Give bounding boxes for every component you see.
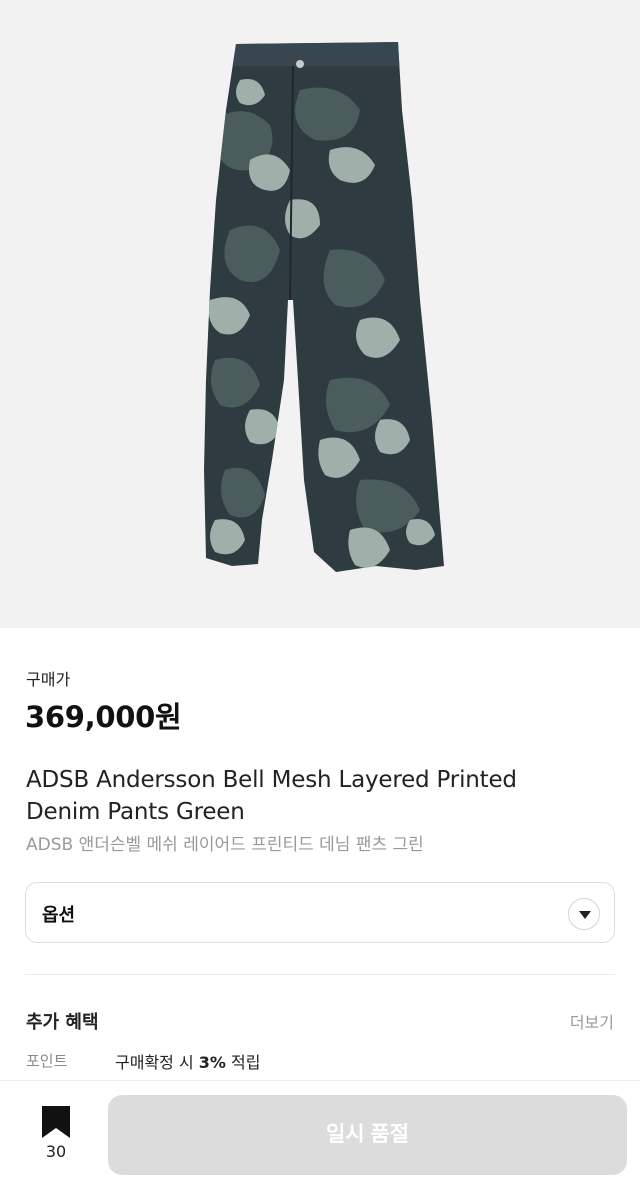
point-suffix: 적립 (225, 1053, 261, 1072)
product-title-en-line1: ADSB Andersson Bell Mesh Layered Printed (26, 767, 517, 793)
bookmark-count: 30 (45, 1142, 67, 1161)
option-select[interactable]: 옵션 (25, 882, 615, 943)
point-label: 포인트 (26, 1052, 68, 1070)
benefits-title: 추가 혜택 (26, 1012, 99, 1033)
point-prefix: 구매확정 시 (115, 1053, 199, 1072)
product-image (0, 0, 640, 628)
price-label: 구매가 (26, 670, 71, 689)
pants-illustration (204, 42, 444, 572)
product-title-ko: ADSB 앤더슨벨 메쉬 레이어드 프린티드 데님 팬츠 그린 (26, 835, 424, 855)
product-title-en: ADSB Andersson Bell Mesh Layered Printed… (26, 764, 606, 828)
soldout-button[interactable]: 일시 품절 (108, 1095, 627, 1175)
bookmark-button[interactable]: 30 (28, 1098, 84, 1168)
product-title-en-line2: Denim Pants Green (26, 799, 245, 825)
soldout-label: 일시 품절 (325, 1123, 410, 1146)
bookmark-icon (42, 1106, 70, 1138)
option-label: 옵션 (42, 905, 76, 926)
chevron-down-icon[interactable] (568, 898, 600, 930)
benefits-more-link[interactable]: 더보기 (570, 1009, 614, 1033)
point-rate: 3% (198, 1053, 226, 1072)
section-divider (25, 974, 615, 975)
price-value: 369,000원 (25, 700, 182, 734)
point-value: 구매확정 시 3% 적립 (115, 1049, 260, 1073)
